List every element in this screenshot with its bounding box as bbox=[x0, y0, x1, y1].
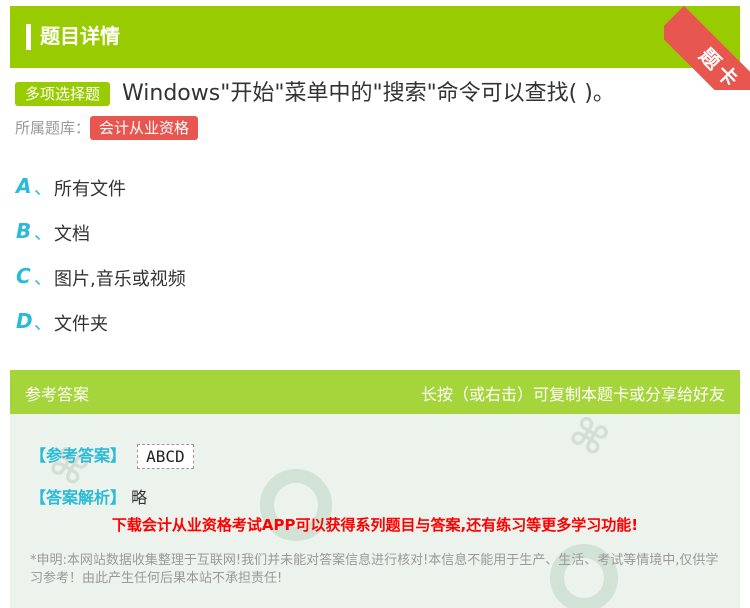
share-hint: 长按（或右击）可复制本题卡或分享给好友 bbox=[420, 385, 725, 404]
answer-value: ABCD bbox=[137, 444, 194, 469]
corner-ribbon[interactable]: 题卡 bbox=[664, 0, 750, 90]
analysis-value: 略 bbox=[131, 488, 148, 507]
answer-header: 参考答案 长按（或右击）可复制本题卡或分享给好友 bbox=[10, 370, 740, 414]
option-separator: 、 bbox=[34, 268, 52, 289]
watermark-glyph: ⌘ bbox=[560, 414, 617, 467]
question-bank-row: 所属题库： 会计从业资格 bbox=[15, 116, 199, 140]
question-text: Windows"开始"菜单中的"搜索"命令可以查找( )。 bbox=[122, 81, 615, 106]
option-c[interactable]: C 、 图片,音乐或视频 bbox=[16, 256, 716, 301]
bank-tag[interactable]: 会计从业资格 bbox=[90, 116, 199, 140]
answer-row: 【参考答案】 ABCD bbox=[30, 442, 194, 469]
bank-label: 所属题库： bbox=[15, 119, 91, 137]
option-text: 图片,音乐或视频 bbox=[54, 269, 186, 290]
question-type-badge: 多项选择题 bbox=[15, 82, 111, 106]
header-title: 题目详情 bbox=[40, 24, 120, 48]
answer-header-title: 参考答案 bbox=[25, 385, 90, 404]
answer-label: 【参考答案】 bbox=[30, 446, 127, 465]
answer-panel: ⌘ ⌘ 【参考答案】 ABCD 【答案解析】 略 下载会计从业资格考试APP可以… bbox=[10, 414, 740, 608]
option-separator: 、 bbox=[34, 223, 52, 244]
option-b[interactable]: B 、 文档 bbox=[16, 211, 716, 256]
app-promo-link[interactable]: 下载会计从业资格考试APP可以获得系列题目与答案,还有练习等更多学习功能! bbox=[10, 514, 740, 535]
analysis-label: 【答案解析】 bbox=[30, 488, 127, 507]
option-text: 文件夹 bbox=[54, 314, 108, 335]
disclaimer-text: *申明:本网站数据收集整理于互联网!我们并未能对答案信息进行核对!本信息不能用于… bbox=[30, 553, 719, 586]
option-text: 所有文件 bbox=[54, 179, 126, 200]
option-text: 文档 bbox=[54, 224, 90, 245]
analysis-row: 【答案解析】 略 bbox=[30, 484, 147, 508]
option-separator: 、 bbox=[34, 178, 52, 199]
option-a[interactable]: A 、 所有文件 bbox=[16, 166, 716, 211]
option-letter: C bbox=[16, 264, 31, 288]
option-separator: 、 bbox=[34, 313, 52, 334]
option-d[interactable]: D 、 文件夹 bbox=[16, 301, 716, 346]
option-letter: B bbox=[16, 219, 32, 243]
question-card: 题目详情 bbox=[10, 6, 740, 68]
question-line: 多项选择题 Windows"开始"菜单中的"搜索"命令可以查找( )。 bbox=[15, 78, 730, 110]
option-letter: A bbox=[16, 174, 32, 198]
options-list: A 、 所有文件 B 、 文档 C 、 图片,音乐或视频 D 、 文件夹 bbox=[16, 166, 716, 346]
card-header: 题目详情 bbox=[10, 6, 740, 68]
option-letter: D bbox=[16, 309, 33, 333]
header-accent-bar bbox=[26, 24, 31, 50]
